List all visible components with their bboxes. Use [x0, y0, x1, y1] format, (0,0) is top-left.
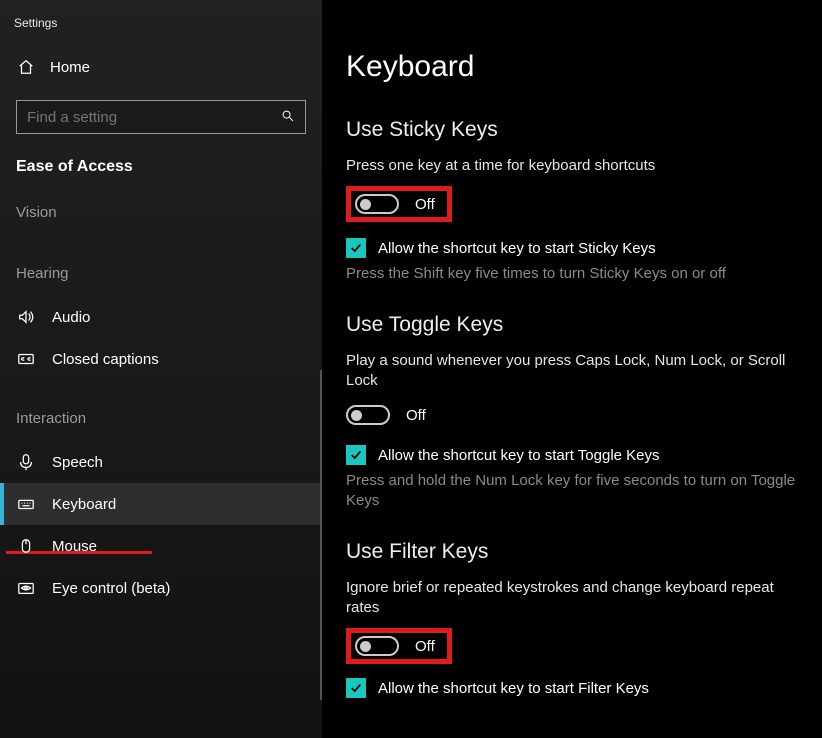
annotation-highlight-filter: Off	[346, 628, 452, 664]
filter-shortcut-checkbox[interactable]	[346, 678, 366, 698]
mouse-icon	[16, 537, 36, 555]
filter-toggle-label: Off	[415, 638, 435, 655]
togglekeys-toggle-label: Off	[406, 407, 426, 424]
toggle-desc: Play a sound whenever you press Caps Loc…	[346, 351, 798, 392]
sticky-subtext: Press the Shift key five times to turn S…	[346, 264, 798, 284]
sticky-shortcut-checkbox[interactable]	[346, 238, 366, 258]
group-vision: Vision	[0, 204, 322, 235]
app-title: Settings	[0, 12, 322, 48]
filter-toggle[interactable]	[355, 636, 399, 656]
togglekeys-check-label: Allow the shortcut key to start Toggle K…	[378, 447, 660, 464]
category-title: Ease of Access	[0, 152, 322, 204]
sticky-desc: Press one key at a time for keyboard sho…	[346, 156, 798, 176]
page-title: Keyboard	[346, 50, 798, 84]
nav-speech[interactable]: Speech	[0, 441, 322, 483]
nav-keyboard[interactable]: Keyboard	[0, 483, 322, 525]
nav-mouse[interactable]: Mouse	[0, 525, 322, 567]
nav-eye-control[interactable]: Eye control (beta)	[0, 567, 322, 609]
nav-label: Closed captions	[52, 351, 159, 368]
nav-label: Mouse	[52, 538, 97, 555]
nav-closed-captions[interactable]: Closed captions	[0, 338, 322, 380]
sidebar: Settings Home Ease of Access Vision Hear…	[0, 0, 322, 738]
nav-audio[interactable]: Audio	[0, 296, 322, 338]
home-icon	[16, 58, 36, 76]
sticky-check-label: Allow the shortcut key to start Sticky K…	[378, 240, 656, 257]
audio-icon	[16, 308, 36, 326]
search-box[interactable]	[16, 100, 306, 134]
group-interaction: Interaction	[0, 410, 322, 441]
cc-icon	[16, 350, 36, 368]
section-sticky-heading: Use Sticky Keys	[346, 118, 798, 142]
section-toggle-heading: Use Toggle Keys	[346, 313, 798, 337]
sticky-toggle[interactable]	[355, 194, 399, 214]
keyboard-icon	[16, 495, 36, 513]
content-pane: Keyboard Use Sticky Keys Press one key a…	[322, 0, 822, 738]
section-filter-heading: Use Filter Keys	[346, 540, 798, 564]
togglekeys-shortcut-checkbox[interactable]	[346, 445, 366, 465]
togglekeys-toggle[interactable]	[346, 405, 390, 425]
nav-label: Eye control (beta)	[52, 580, 170, 597]
search-icon	[281, 109, 295, 126]
search-input[interactable]	[27, 109, 267, 126]
sticky-toggle-label: Off	[415, 196, 435, 213]
nav-label: Keyboard	[52, 496, 116, 513]
nav-label: Audio	[52, 309, 90, 326]
annotation-highlight-sticky: Off	[346, 186, 452, 222]
filter-desc: Ignore brief or repeated keystrokes and …	[346, 578, 798, 619]
togglekeys-subtext: Press and hold the Num Lock key for five…	[346, 471, 798, 512]
eye-control-icon	[16, 579, 36, 597]
filter-check-label: Allow the shortcut key to start Filter K…	[378, 680, 649, 697]
home-nav[interactable]: Home	[0, 48, 322, 86]
group-hearing: Hearing	[0, 265, 322, 296]
nav-label: Speech	[52, 454, 103, 471]
mic-icon	[16, 453, 36, 471]
home-label: Home	[50, 59, 90, 76]
